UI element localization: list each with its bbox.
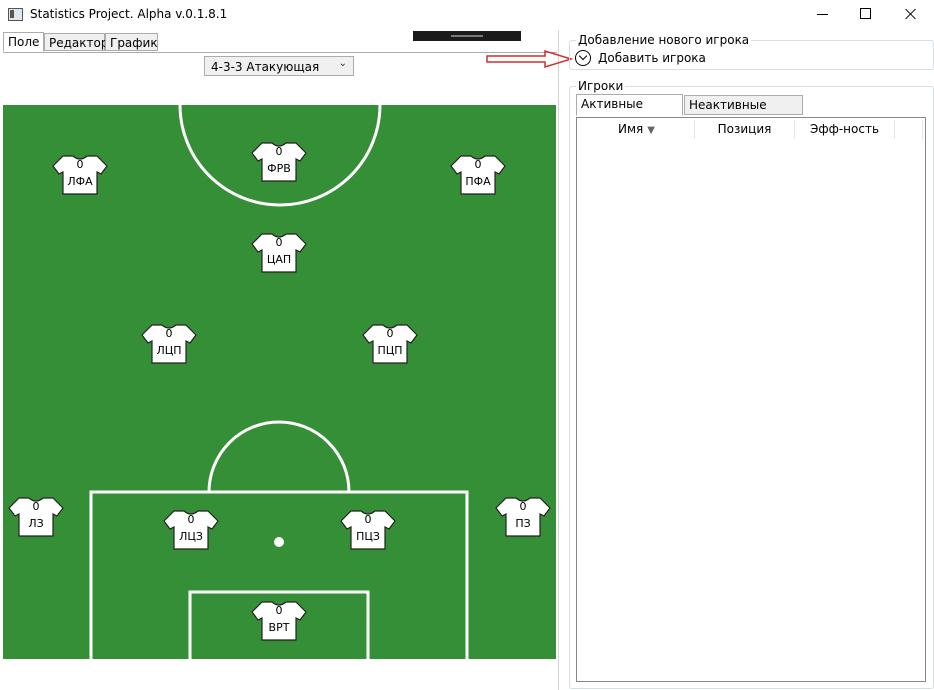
player-position: ВРТ — [268, 621, 290, 634]
player-number: 0 — [474, 158, 482, 171]
tab-editor[interactable]: Редактор — [44, 33, 108, 51]
expand-chevron-icon[interactable] — [575, 50, 591, 66]
tab-divider — [3, 52, 557, 53]
add-player-group-title: Добавление нового игрока — [576, 33, 752, 47]
tab-active-players[interactable]: Активные игроки — [576, 94, 683, 129]
player-jersey-lfa[interactable]: 0 ЛФА — [51, 154, 109, 196]
column-header-name-label: Имя — [618, 122, 644, 136]
player-position: ПЦП — [377, 344, 403, 357]
formation-value: 4-3-3 Атакующая — [211, 60, 320, 74]
player-jersey-frv[interactable]: 0 ФРВ — [250, 141, 308, 183]
player-number: 0 — [187, 513, 195, 526]
player-jersey-cap[interactable]: 0 ЦАП — [250, 232, 308, 274]
player-position: ЛЗ — [28, 517, 44, 530]
column-header-name[interactable]: Имя ▼ — [579, 120, 695, 139]
player-position: ЦАП — [266, 253, 292, 266]
player-number: 0 — [386, 327, 394, 340]
player-number: 0 — [32, 500, 40, 513]
player-number: 0 — [275, 236, 283, 249]
player-jersey-lcp[interactable]: 0 ЛЦП — [140, 323, 198, 365]
player-number: 0 — [275, 145, 283, 158]
player-position: ЛЦП — [156, 344, 182, 357]
penalty-arc — [207, 420, 351, 493]
tab-chart[interactable]: График — [105, 33, 158, 51]
player-number: 0 — [165, 327, 173, 340]
add-player-group: Добавление нового игрока Добавить игрока — [569, 33, 934, 70]
maximize-button[interactable] — [842, 0, 888, 30]
close-button[interactable] — [888, 0, 934, 30]
player-position: ПФА — [465, 175, 491, 188]
player-position: ЛЦЗ — [179, 530, 203, 543]
column-header-filler — [895, 120, 923, 139]
player-jersey-vrt[interactable]: 0 ВРТ — [250, 600, 308, 642]
player-position: ЛФА — [67, 175, 93, 188]
players-list[interactable]: Имя ▼ Позиция Эфф-ность — [576, 117, 926, 682]
panel-divider — [558, 30, 559, 690]
window-title: Statistics Project. Alpha v.0.1.8.1 — [30, 7, 228, 21]
list-header: Имя ▼ Позиция Эфф-ность — [577, 118, 925, 140]
tab-field[interactable]: Поле — [3, 32, 44, 52]
annotation-arrow-icon — [486, 50, 574, 69]
player-number: 0 — [364, 513, 372, 526]
player-position: ПЗ — [515, 517, 531, 530]
title-bar: Statistics Project. Alpha v.0.1.8.1 — [0, 0, 934, 30]
penalty-spot — [274, 537, 284, 547]
column-header-position[interactable]: Позиция — [695, 120, 795, 139]
player-jersey-lcz[interactable]: 0 ЛЦЗ — [162, 509, 220, 551]
grid-splitter-handle[interactable] — [413, 31, 521, 41]
column-header-efficiency[interactable]: Эфф-ность — [795, 120, 895, 139]
app-icon — [8, 8, 23, 21]
minimize-button[interactable] — [800, 0, 846, 30]
sort-desc-icon: ▼ — [647, 125, 655, 136]
player-number: 0 — [275, 604, 283, 617]
player-jersey-pz[interactable]: 0 ПЗ — [494, 496, 552, 538]
player-number: 0 — [519, 500, 527, 513]
player-jersey-lz[interactable]: 0 ЛЗ — [7, 496, 65, 538]
player-jersey-pfa[interactable]: 0 ПФА — [449, 154, 507, 196]
player-position: ФРВ — [267, 162, 291, 175]
player-jersey-pcz[interactable]: 0 ПЦЗ — [339, 509, 397, 551]
player-jersey-pcp[interactable]: 0 ПЦП — [361, 323, 419, 365]
players-group-title: Игроки — [576, 79, 626, 93]
player-position: ПЦЗ — [356, 530, 380, 543]
formation-select[interactable]: 4-3-3 Атакующая ⌄ — [204, 56, 354, 76]
tab-inactive-players[interactable]: Неактивные игроки — [684, 95, 803, 130]
add-player-expander[interactable]: Добавить игрока — [598, 51, 706, 65]
player-number: 0 — [76, 158, 84, 171]
chevron-down-icon: ⌄ — [338, 58, 347, 69]
